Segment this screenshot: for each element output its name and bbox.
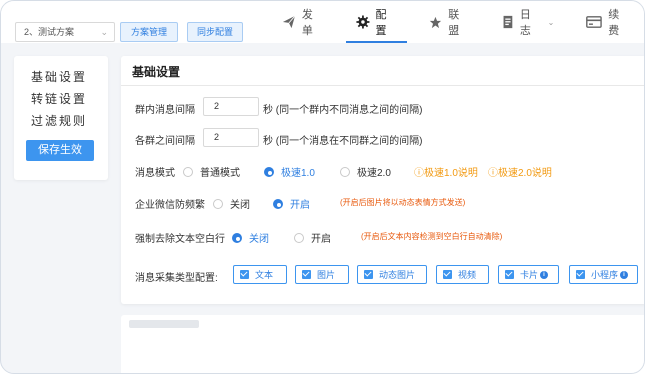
checkbox-label: 视频 xyxy=(458,270,477,280)
nav-send-label: 发单 xyxy=(301,9,313,37)
radio-normal-mode[interactable]: 普通模式 xyxy=(183,164,240,179)
section-title-placeholder xyxy=(129,320,199,328)
message-mode-label: 消息模式 xyxy=(135,168,175,179)
app-window: 2、测试方案 ⌄ 方案管理 同步配置 发单 配置 联盟 日志 ⌄ 续费 基础设置… xyxy=(0,0,645,374)
checkbox-video[interactable]: 视频 xyxy=(436,265,489,284)
group-interval-label: 群内消息间隔 xyxy=(135,105,195,116)
nav-alliance[interactable]: 联盟 xyxy=(413,1,486,43)
main-nav: 发单 配置 联盟 日志 ⌄ 续费 xyxy=(266,1,644,43)
plan-select-value: 2、测试方案 xyxy=(24,27,75,37)
checkbox-card[interactable]: 卡片 i xyxy=(498,265,559,284)
radio-circle xyxy=(273,198,283,209)
remove-blank-label: 强制去除文本空白行 xyxy=(135,234,225,245)
radio-label: 开启 xyxy=(311,234,331,245)
settings-sidebar: 基础设置 转链设置 过滤规则 保存生效 xyxy=(14,56,108,180)
between-groups-label: 各群之间间隔 xyxy=(135,136,195,147)
checkbox-label: 小程序 xyxy=(591,270,619,280)
send-icon xyxy=(282,15,296,29)
radio-label: 普通模式 xyxy=(200,168,240,179)
speed-1-help-link[interactable]: ⓘ极速1.0说明 xyxy=(414,164,478,179)
info-icon[interactable]: i xyxy=(620,270,629,279)
radio-circle xyxy=(294,232,304,243)
checkbox-label: 图片 xyxy=(317,270,336,280)
anti-frequent-note: (开启后图片将以动态表情方式发送) xyxy=(340,198,466,207)
info-icon[interactable]: i xyxy=(540,270,549,279)
remove-blank-note: (开启后文本内容检测到空白行自动清除) xyxy=(361,232,503,241)
nav-renew[interactable]: 续费 xyxy=(570,1,644,43)
radio-circle xyxy=(264,166,274,177)
radio-speed-2[interactable]: 极速2.0 xyxy=(340,164,391,179)
checkbox-checked-icon xyxy=(364,270,373,279)
checkbox-label: 卡片 xyxy=(520,270,539,280)
next-section-panel xyxy=(121,315,644,373)
card-icon xyxy=(586,16,603,28)
radio-circle xyxy=(213,198,223,209)
nav-send[interactable]: 发单 xyxy=(266,1,340,43)
radio-label: 极速1.0 xyxy=(281,168,315,179)
radio-label: 关闭 xyxy=(249,234,269,245)
radio-anti-frequent-on[interactable]: 开启 xyxy=(273,196,310,211)
nav-alliance-label: 联盟 xyxy=(448,9,460,37)
radio-label: 关闭 xyxy=(230,200,250,211)
checkbox-label: 动态图片 xyxy=(379,270,416,280)
sidebar-item-filter[interactable]: 过滤规则 xyxy=(31,112,87,129)
anti-frequent-label: 企业微信防频繁 xyxy=(135,200,205,211)
checkbox-checked-icon xyxy=(576,270,585,279)
star-icon xyxy=(430,16,442,28)
radio-circle xyxy=(183,166,193,177)
checkbox-image[interactable]: 图片 xyxy=(295,265,349,284)
plan-manage-button[interactable]: 方案管理 xyxy=(120,22,178,42)
sidebar-item-link[interactable]: 转链设置 xyxy=(31,90,87,107)
checkbox-label: 文本 xyxy=(255,270,274,280)
save-button[interactable]: 保存生效 xyxy=(26,140,94,161)
radio-anti-frequent-off[interactable]: 关闭 xyxy=(213,196,250,211)
collect-types-label: 消息采集类型配置: xyxy=(135,273,218,284)
checkbox-checked-icon xyxy=(240,270,249,279)
radio-speed-1[interactable]: 极速1.0 xyxy=(264,164,315,179)
divider xyxy=(121,85,644,86)
checkbox-checked-icon xyxy=(443,270,452,279)
nav-config-label: 配置 xyxy=(375,9,387,37)
panel-title: 基础设置 xyxy=(132,65,181,79)
radio-remove-blank-off[interactable]: 关闭 xyxy=(232,230,269,245)
group-interval-input[interactable]: 2 xyxy=(203,97,259,116)
gear-icon xyxy=(356,15,370,29)
radio-circle xyxy=(340,166,350,177)
between-groups-input[interactable]: 2 xyxy=(203,128,259,147)
radio-label: 开启 xyxy=(290,200,310,211)
nav-renew-label: 续费 xyxy=(608,9,620,37)
chevron-down-icon: ⌄ xyxy=(547,17,555,27)
checkbox-text[interactable]: 文本 xyxy=(233,265,287,284)
speed-2-help-link[interactable]: ⓘ极速2.0说明 xyxy=(488,164,552,179)
radio-label: 极速2.0 xyxy=(357,168,391,179)
radio-circle xyxy=(232,232,242,243)
checkbox-checked-icon xyxy=(505,270,514,279)
between-groups-hint: 秒 (同一个消息在不同群之间的间隔) xyxy=(263,136,423,147)
sidebar-item-basic[interactable]: 基础设置 xyxy=(31,68,87,85)
nav-log[interactable]: 日志 ⌄ xyxy=(486,1,570,43)
plan-select[interactable]: 2、测试方案 ⌄ xyxy=(15,22,115,42)
basic-settings-panel: 基础设置 群内消息间隔 2 秒 (同一个群内不同消息之间的间隔) 各群之间间隔 … xyxy=(121,56,644,304)
nav-config[interactable]: 配置 xyxy=(340,1,414,43)
radio-remove-blank-on[interactable]: 开启 xyxy=(294,230,331,245)
checkbox-gif[interactable]: 动态图片 xyxy=(357,265,427,284)
document-icon xyxy=(503,15,513,29)
group-interval-hint: 秒 (同一个群内不同消息之间的间隔) xyxy=(263,105,423,116)
checkbox-checked-icon xyxy=(302,270,311,279)
chevron-down-icon: ⌄ xyxy=(100,27,108,37)
nav-log-label: 日志 xyxy=(519,9,531,37)
top-bar: 2、测试方案 ⌄ 方案管理 同步配置 发单 配置 联盟 日志 ⌄ 续费 xyxy=(1,1,644,43)
sync-config-button[interactable]: 同步配置 xyxy=(187,22,243,42)
checkbox-miniprogram[interactable]: 小程序 i xyxy=(569,265,638,284)
